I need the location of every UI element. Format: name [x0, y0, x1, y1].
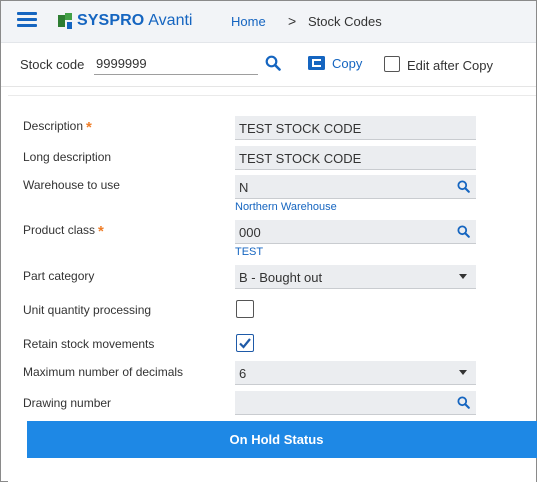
- required-marker: *: [98, 223, 104, 240]
- stock-code-search-icon[interactable]: [265, 55, 281, 71]
- product-class-search-icon[interactable]: [457, 225, 470, 238]
- description-field[interactable]: TEST STOCK CODE: [235, 116, 476, 140]
- description-label: Description *: [23, 119, 92, 136]
- warehouse-description-link[interactable]: Northern Warehouse: [235, 201, 337, 213]
- on-hold-status-button[interactable]: On Hold Status: [27, 421, 537, 458]
- brand-sub: Avanti: [148, 12, 193, 29]
- brand-logo: SYSPRO Avanti: [58, 10, 192, 32]
- copy-label: Copy: [332, 55, 363, 71]
- warehouse-search-icon[interactable]: [457, 180, 470, 193]
- drawing-number-field[interactable]: [235, 391, 476, 415]
- checkmark-icon: [239, 338, 251, 349]
- top-bar: SYSPRO Avanti Home > Stock Codes: [1, 1, 536, 43]
- max-decimals-label: Maximum number of decimals: [23, 365, 184, 379]
- edit-after-copy-checkbox[interactable]: [384, 56, 400, 72]
- warehouse-field[interactable]: N: [235, 175, 476, 199]
- product-class-description-link[interactable]: TEST: [235, 246, 263, 258]
- part-category-select[interactable]: B - Bought out: [235, 265, 476, 289]
- brand-name: SYSPRO: [77, 12, 145, 29]
- drawing-number-label: Drawing number: [23, 396, 112, 410]
- product-class-label: Product class *: [23, 223, 104, 240]
- required-marker: *: [86, 119, 92, 136]
- copy-button[interactable]: Copy: [307, 53, 362, 73]
- copy-icon: [308, 56, 325, 70]
- part-category-label: Part category: [23, 269, 95, 283]
- breadcrumb-chevron-icon: >: [288, 13, 297, 29]
- max-decimals-select[interactable]: 6: [235, 361, 476, 385]
- stock-code-toolbar: Stock code Copy Edit after Copy: [1, 44, 536, 87]
- dropdown-arrow-icon: [459, 370, 467, 375]
- syspro-logo-icon: [58, 13, 72, 29]
- menu-icon[interactable]: [17, 12, 37, 28]
- long-description-field[interactable]: TEST STOCK CODE: [235, 146, 476, 170]
- stock-code-label: Stock code: [20, 57, 85, 72]
- dropdown-arrow-icon: [459, 274, 467, 279]
- breadcrumb-current: Stock Codes: [308, 14, 382, 29]
- long-description-label: Long description: [23, 150, 112, 164]
- breadcrumb-home[interactable]: Home: [231, 14, 266, 29]
- product-class-field[interactable]: 000: [235, 220, 476, 244]
- drawing-number-search-icon[interactable]: [457, 396, 470, 409]
- warehouse-label: Warehouse to use: [23, 178, 120, 192]
- retain-stock-movements-checkbox[interactable]: [236, 334, 254, 352]
- unit-quantity-processing-checkbox[interactable]: [236, 300, 254, 318]
- stock-code-input[interactable]: [94, 53, 258, 75]
- unit-quantity-processing-label: Unit quantity processing: [23, 303, 152, 317]
- retain-stock-movements-label: Retain stock movements: [23, 337, 155, 351]
- edit-after-copy-label: Edit after Copy: [407, 58, 493, 73]
